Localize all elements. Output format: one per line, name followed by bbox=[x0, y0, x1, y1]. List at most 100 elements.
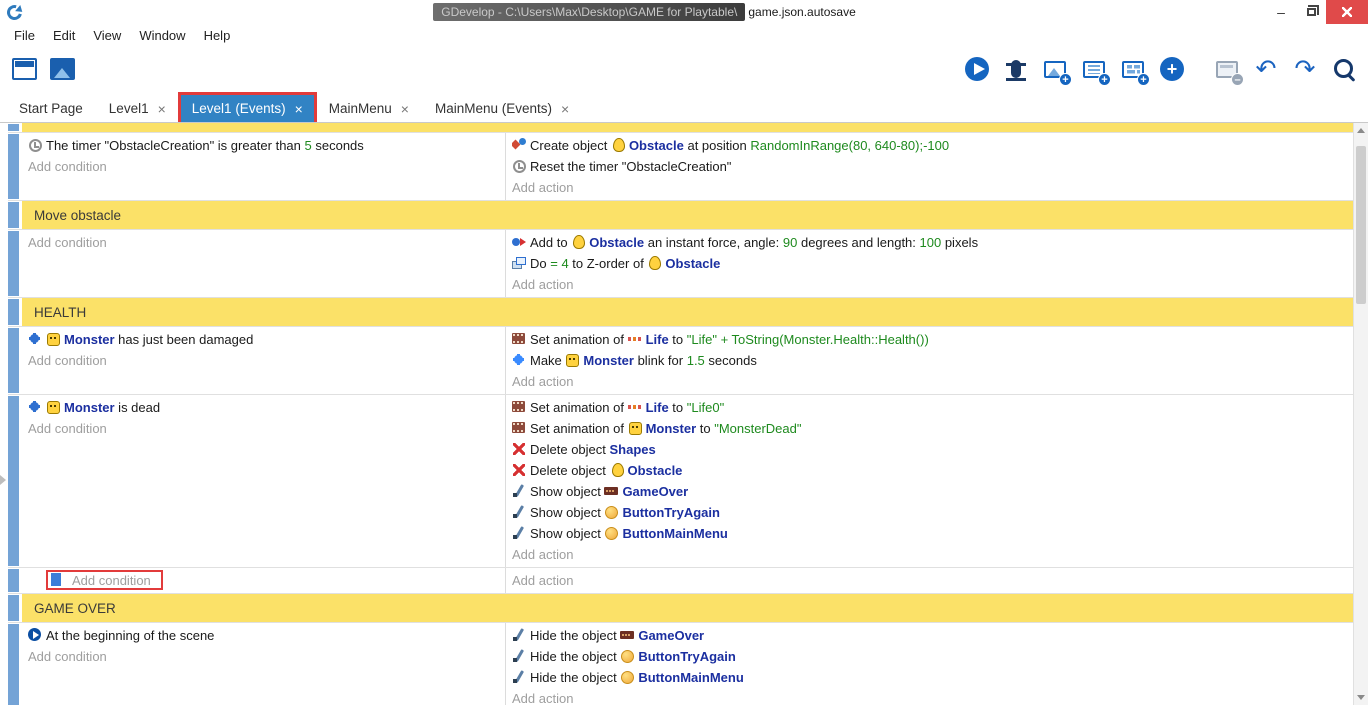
debug-button[interactable] bbox=[1002, 55, 1030, 83]
group-header[interactable]: HEALTH bbox=[22, 298, 1353, 326]
add-action-button[interactable]: Add action bbox=[512, 177, 1353, 198]
conditions-cell[interactable]: Add condition bbox=[22, 568, 506, 593]
add-condition-button[interactable]: Add condition bbox=[46, 570, 505, 591]
add-action-button[interactable]: Add action bbox=[512, 570, 1353, 591]
toolbar: ↶↷ bbox=[0, 47, 1368, 91]
group-row-partial[interactable] bbox=[8, 123, 1353, 133]
add-external-layout-button[interactable] bbox=[1119, 55, 1147, 83]
action-line[interactable]: Create object Obstacle at position Rando… bbox=[512, 135, 1353, 156]
action-line[interactable]: Hide the object ButtonMainMenu bbox=[512, 667, 1353, 688]
conditions-cell[interactable]: At the beginning of the sceneAdd conditi… bbox=[22, 623, 506, 705]
group-row[interactable]: HEALTH bbox=[8, 298, 1353, 327]
scrollbar-track[interactable] bbox=[1354, 138, 1368, 690]
actions-cell[interactable]: Set animation of Life to "Life" + ToStri… bbox=[506, 327, 1353, 394]
sub-event-row[interactable]: Add condition Add action bbox=[8, 568, 1353, 594]
minimize-button[interactable]: – bbox=[1266, 0, 1296, 24]
collapse-window-button[interactable] bbox=[1213, 55, 1241, 83]
zorder-icon bbox=[512, 256, 527, 270]
action-line[interactable]: Show object ButtonTryAgain bbox=[512, 502, 1353, 523]
add-condition-button[interactable]: Add condition bbox=[28, 418, 505, 439]
tab-start-page[interactable]: Start Page bbox=[8, 95, 94, 122]
condition-line[interactable]: Monster has just been damaged bbox=[28, 329, 505, 350]
action-line[interactable]: Do = 4 to Z-order of Obstacle bbox=[512, 253, 1353, 274]
actions-cell[interactable]: Add to Obstacle an instant force, angle:… bbox=[506, 230, 1353, 297]
event-row[interactable]: The timer "ObstacleCreation" is greater … bbox=[8, 133, 1353, 201]
conditions-cell[interactable]: The timer "ObstacleCreation" is greater … bbox=[22, 133, 506, 200]
tab-close-icon[interactable]: × bbox=[401, 101, 409, 117]
vertical-scrollbar[interactable] bbox=[1353, 123, 1368, 705]
action-line[interactable]: Delete object Shapes bbox=[512, 439, 1353, 460]
add-new-scene-button[interactable] bbox=[1158, 55, 1186, 83]
event-row[interactable]: Add condition Add to Obstacle an instant … bbox=[8, 230, 1353, 298]
action-line[interactable]: Hide the object ButtonTryAgain bbox=[512, 646, 1353, 667]
project-manager-button[interactable] bbox=[10, 55, 38, 83]
menu-item-help[interactable]: Help bbox=[195, 26, 240, 45]
start-page-button[interactable] bbox=[48, 55, 76, 83]
menu-item-view[interactable]: View bbox=[84, 26, 130, 45]
scroll-up-arrow[interactable] bbox=[1354, 123, 1368, 138]
condition-line[interactable]: Monster is dead bbox=[28, 397, 505, 418]
menu-item-window[interactable]: Window bbox=[130, 26, 194, 45]
add-action-button[interactable]: Add action bbox=[512, 544, 1353, 565]
conditions-cell[interactable]: Add condition bbox=[22, 230, 506, 297]
event-row[interactable]: At the beginning of the sceneAdd conditi… bbox=[8, 623, 1353, 705]
action-line[interactable]: Set animation of Life to "Life" + ToStri… bbox=[512, 329, 1353, 350]
tab-level1[interactable]: Level1× bbox=[98, 95, 177, 122]
actions-cell[interactable]: Set animation of Life to "Life0"Set anim… bbox=[506, 395, 1353, 567]
menu-item-edit[interactable]: Edit bbox=[44, 26, 84, 45]
scroll-down-arrow[interactable] bbox=[1354, 690, 1368, 705]
action-line[interactable]: Add to Obstacle an instant force, angle:… bbox=[512, 232, 1353, 253]
menu-item-file[interactable]: File bbox=[5, 26, 44, 45]
conditions-cell[interactable]: Monster is deadAdd condition bbox=[22, 395, 506, 567]
behavior-icon bbox=[28, 332, 43, 346]
tab-close-icon[interactable]: × bbox=[295, 101, 303, 117]
add-action-button[interactable]: Add action bbox=[512, 371, 1353, 392]
action-line[interactable]: Show object ButtonMainMenu bbox=[512, 523, 1353, 544]
actions-cell[interactable]: Hide the object GameOverHide the object … bbox=[506, 623, 1353, 705]
action-line[interactable]: Delete object Obstacle bbox=[512, 460, 1353, 481]
action-line[interactable]: Set animation of Life to "Life0" bbox=[512, 397, 1353, 418]
actions-cell[interactable]: Add action bbox=[506, 568, 1353, 593]
add-action-button[interactable]: Add action bbox=[512, 274, 1353, 295]
maximize-button[interactable] bbox=[1296, 0, 1326, 24]
play-button[interactable] bbox=[963, 55, 991, 83]
add-condition-button[interactable]: Add condition bbox=[28, 350, 505, 371]
undo-button[interactable]: ↶ bbox=[1252, 55, 1280, 83]
add-condition-button[interactable]: Add condition bbox=[28, 156, 505, 177]
condition-line[interactable]: At the beginning of the scene bbox=[28, 625, 505, 646]
close-button[interactable] bbox=[1326, 0, 1368, 24]
add-scene-button[interactable] bbox=[1041, 55, 1069, 83]
tab-close-icon[interactable]: × bbox=[561, 101, 569, 117]
add-action-button[interactable]: Add action bbox=[512, 688, 1353, 705]
event-row[interactable]: Monster has just been damagedAdd conditi… bbox=[8, 327, 1353, 395]
parameter-value: "Life0" bbox=[687, 400, 724, 415]
redo-button[interactable]: ↷ bbox=[1291, 55, 1319, 83]
action-line[interactable]: Reset the timer "ObstacleCreation" bbox=[512, 156, 1353, 177]
actions-cell[interactable]: Create object Obstacle at position Rando… bbox=[506, 133, 1353, 200]
action-line[interactable]: Set animation of Monster to "MonsterDead… bbox=[512, 418, 1353, 439]
add-condition-button[interactable]: Add condition bbox=[28, 232, 505, 253]
group-header[interactable]: GAME OVER bbox=[22, 594, 1353, 622]
parameter-value: "MonsterDead" bbox=[714, 421, 801, 436]
search-button[interactable] bbox=[1330, 55, 1358, 83]
insert-indicator-icon[interactable] bbox=[0, 475, 6, 485]
event-row[interactable]: Monster is deadAdd conditionSet animatio… bbox=[8, 395, 1353, 568]
condition-line[interactable]: The timer "ObstacleCreation" is greater … bbox=[28, 135, 505, 156]
tab-close-icon[interactable]: × bbox=[158, 101, 166, 117]
action-line[interactable]: Show object GameOver bbox=[512, 481, 1353, 502]
obstacle-icon bbox=[647, 256, 662, 270]
add-external-events-button[interactable] bbox=[1080, 55, 1108, 83]
group-row[interactable]: GAME OVER bbox=[8, 594, 1353, 623]
group-row[interactable]: Move obstacle bbox=[8, 201, 1353, 230]
conditions-cell[interactable]: Monster has just been damagedAdd conditi… bbox=[22, 327, 506, 394]
scrollbar-thumb[interactable] bbox=[1356, 146, 1366, 304]
tab-level1-events[interactable]: Level1 (Events)× bbox=[181, 95, 314, 122]
object-name: Monster bbox=[64, 400, 115, 415]
tab-mainmenu-events[interactable]: MainMenu (Events)× bbox=[424, 95, 580, 122]
add-condition-button[interactable]: Add condition bbox=[28, 646, 505, 667]
tab-mainmenu[interactable]: MainMenu× bbox=[318, 95, 420, 122]
action-line[interactable]: Hide the object GameOver bbox=[512, 625, 1353, 646]
group-header[interactable] bbox=[22, 123, 1353, 132]
group-header[interactable]: Move obstacle bbox=[22, 201, 1353, 229]
action-line[interactable]: Make Monster blink for 1.5 seconds bbox=[512, 350, 1353, 371]
